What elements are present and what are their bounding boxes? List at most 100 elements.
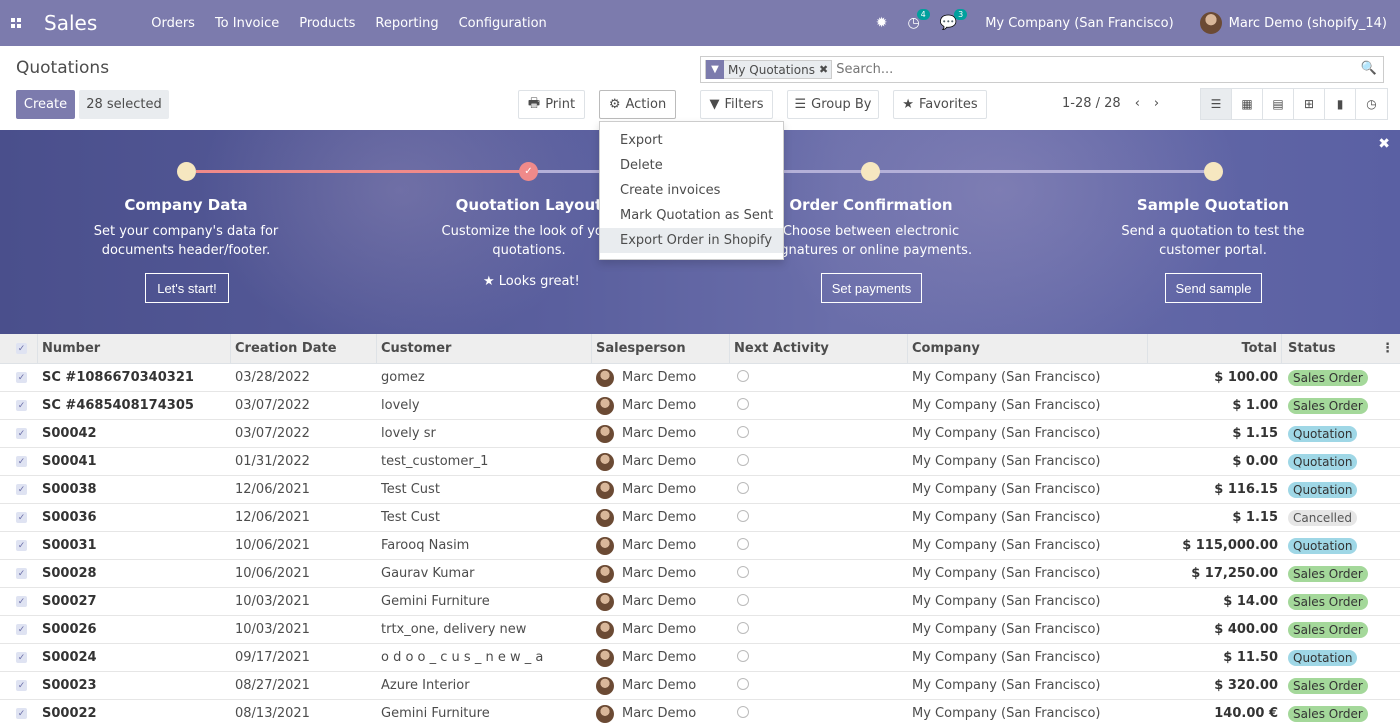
list-view-icon[interactable]: ☰	[1201, 89, 1232, 119]
header-creation-date[interactable]: Creation Date	[231, 334, 377, 364]
company-switcher[interactable]: My Company (San Francisco)	[985, 16, 1173, 31]
header-status-label[interactable]: Status	[1288, 341, 1336, 356]
header-next-activity[interactable]: Next Activity	[730, 334, 908, 364]
cell-status: Quotation	[1282, 453, 1400, 470]
row-checkbox[interactable]: ✓	[0, 428, 38, 439]
table-row[interactable]: ✓ S00028 10/06/2021 Gaurav Kumar Marc Demo My…	[0, 560, 1400, 588]
activity-view-icon[interactable]: ◷	[1356, 89, 1387, 119]
header-company[interactable]: Company	[908, 334, 1148, 364]
header-number[interactable]: Number	[38, 334, 231, 364]
menu-item-create-invoices[interactable]: Create invoices	[600, 178, 783, 203]
table-row[interactable]: ✓ S00031 10/06/2021 Farooq Nasim Marc Demo My…	[0, 532, 1400, 560]
menu-item-export[interactable]: Export	[600, 128, 783, 153]
cell-next-activity	[730, 677, 908, 694]
row-checkbox[interactable]: ✓	[0, 624, 38, 635]
close-icon[interactable]: ✖	[1378, 136, 1390, 152]
app-name[interactable]: Sales	[44, 11, 97, 35]
menu-orders[interactable]: Orders	[151, 16, 195, 31]
send-sample-button[interactable]: Send sample	[1165, 273, 1262, 303]
remove-facet-icon[interactable]: ✖	[819, 63, 831, 76]
row-checkbox[interactable]: ✓	[0, 540, 38, 551]
row-checkbox[interactable]: ✓	[0, 596, 38, 607]
table-row[interactable]: ✓ S00041 01/31/2022 test_customer_1 Marc Dem…	[0, 448, 1400, 476]
clock-icon[interactable]	[737, 425, 749, 438]
clock-icon[interactable]	[737, 481, 749, 494]
menu-item-delete[interactable]: Delete	[600, 153, 783, 178]
clock-icon[interactable]	[737, 593, 749, 606]
page-title[interactable]: Quotations	[16, 58, 109, 78]
pager-value[interactable]: 1-28 / 28	[1062, 96, 1121, 111]
menu-products[interactable]: Products	[299, 16, 355, 31]
cell-next-activity	[730, 509, 908, 526]
pivot-view-icon[interactable]: ⊞	[1294, 89, 1325, 119]
select-all-checkbox[interactable]: ✓	[0, 334, 38, 364]
chevron-left-icon[interactable]: ‹	[1135, 96, 1140, 111]
menu-reporting[interactable]: Reporting	[375, 16, 438, 31]
row-checkbox[interactable]: ✓	[0, 568, 38, 579]
clock-icon[interactable]	[737, 565, 749, 578]
header-total[interactable]: Total	[1148, 334, 1282, 364]
clock-icon[interactable]	[737, 397, 749, 410]
menu-item-mark-sent[interactable]: Mark Quotation as Sent	[600, 203, 783, 228]
clock-icon[interactable]	[737, 509, 749, 522]
filters-button[interactable]: ▼ Filters	[700, 90, 773, 119]
row-checkbox[interactable]: ✓	[0, 680, 38, 691]
chevron-right-icon[interactable]: ›	[1154, 96, 1159, 111]
menu-configuration[interactable]: Configuration	[459, 16, 547, 31]
search-icon[interactable]: 🔍	[1361, 61, 1377, 76]
row-checkbox[interactable]: ✓	[0, 372, 38, 383]
create-button[interactable]: Create	[16, 90, 75, 119]
table-row[interactable]: ✓ S00027 10/03/2021 Gemini Furniture Marc De…	[0, 588, 1400, 616]
clock-icon[interactable]	[737, 705, 749, 718]
table-row[interactable]: ✓ S00038 12/06/2021 Test Cust Marc Demo My Co…	[0, 476, 1400, 504]
user-menu[interactable]: Marc Demo (shopify_14)	[1199, 12, 1387, 34]
activity-clock-icon[interactable]: ◷ 4	[908, 9, 930, 31]
menu-item-export-shopify[interactable]: Export Order in Shopify	[600, 228, 783, 253]
table-row[interactable]: ✓ S00026 10/03/2021 trtx_one, delivery new M…	[0, 616, 1400, 644]
cell-date: 08/27/2021	[235, 678, 310, 693]
table-row[interactable]: ✓ S00036 12/06/2021 Test Cust Marc Demo My Co…	[0, 504, 1400, 532]
table-row[interactable]: ✓ SC #4685408174305 03/07/2022 lovely Marc D…	[0, 392, 1400, 420]
clock-icon[interactable]	[737, 677, 749, 690]
favorites-button[interactable]: ★ Favorites	[893, 90, 987, 119]
row-checkbox[interactable]: ✓	[0, 484, 38, 495]
lets-start-button[interactable]: Let's start!	[145, 273, 229, 303]
action-button[interactable]: ⚙ Action	[599, 90, 676, 119]
row-checkbox[interactable]: ✓	[0, 652, 38, 663]
table-row[interactable]: ✓ S00042 03/07/2022 lovely sr Marc Demo My Co…	[0, 420, 1400, 448]
row-checkbox[interactable]: ✓	[0, 400, 38, 411]
menu-to-invoice[interactable]: To Invoice	[215, 16, 279, 31]
group-by-button[interactable]: ☰ Group By	[787, 90, 879, 119]
cell-salesperson: Marc Demo	[592, 676, 730, 695]
messages-icon[interactable]: 💬 3	[940, 9, 968, 31]
header-customer[interactable]: Customer	[377, 334, 592, 364]
clock-icon[interactable]	[737, 369, 749, 382]
table-row[interactable]: ✓ S00024 09/17/2021 o d o o _ c u s _ n e w…	[0, 644, 1400, 672]
clock-icon[interactable]	[737, 621, 749, 634]
search-input[interactable]	[836, 62, 1357, 77]
cell-company: My Company (San Francisco)	[912, 370, 1101, 385]
kanban-view-icon[interactable]: ▦	[1232, 89, 1263, 119]
set-payments-button[interactable]: Set payments	[821, 273, 922, 303]
cell-number: S00031	[42, 538, 97, 553]
action-label: Action	[625, 97, 667, 112]
step-dot-done: ✓	[519, 162, 538, 181]
check-icon: ✓	[16, 540, 27, 551]
table-row[interactable]: ✓ S00022 08/13/2021 Gemini Furniture Marc De…	[0, 700, 1400, 727]
clock-icon[interactable]	[737, 649, 749, 662]
clock-icon[interactable]	[737, 453, 749, 466]
table-row[interactable]: ✓ SC #1086670340321 03/28/2022 gomez Marc De…	[0, 364, 1400, 392]
cell-date: 10/06/2021	[235, 538, 310, 553]
calendar-view-icon[interactable]: ▤	[1263, 89, 1294, 119]
row-checkbox[interactable]: ✓	[0, 708, 38, 719]
clock-icon[interactable]	[737, 537, 749, 550]
row-checkbox[interactable]: ✓	[0, 456, 38, 467]
header-salesperson[interactable]: Salesperson	[592, 334, 730, 364]
column-options-icon[interactable]: ⋮	[1381, 341, 1394, 356]
table-row[interactable]: ✓ S00023 08/27/2021 Azure Interior Marc Demo…	[0, 672, 1400, 700]
bug-icon[interactable]: ✹	[876, 15, 888, 31]
row-checkbox[interactable]: ✓	[0, 512, 38, 523]
app-switcher-icon[interactable]	[0, 0, 32, 46]
graph-view-icon[interactable]: ▮	[1325, 89, 1356, 119]
print-button[interactable]: 🖶 Print	[518, 90, 585, 119]
